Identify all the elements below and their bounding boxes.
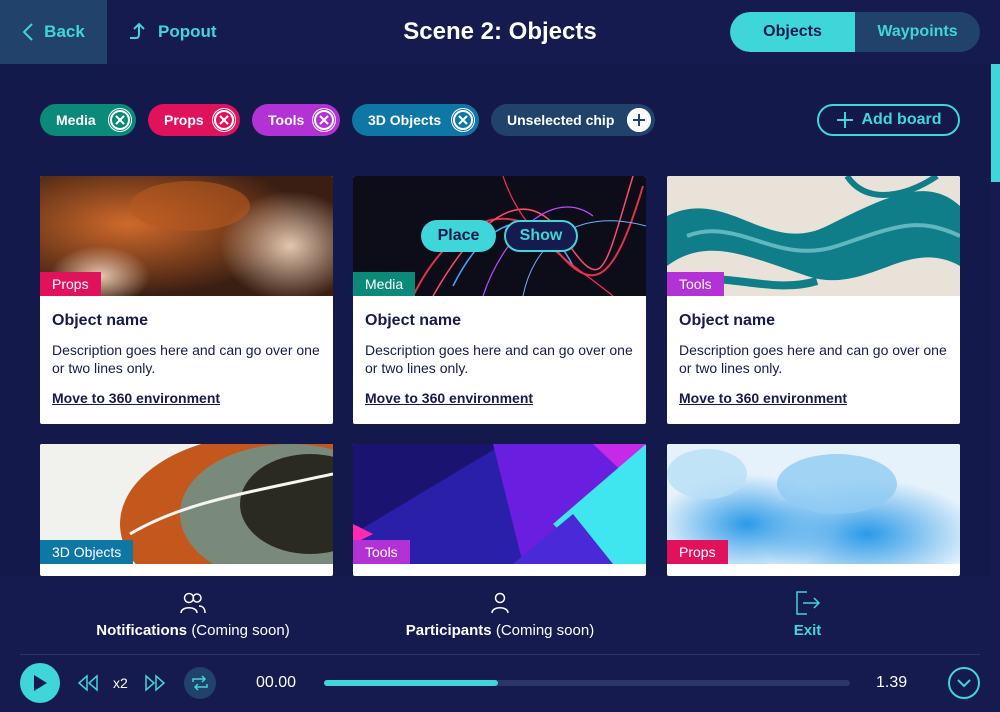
play-button[interactable]: [20, 663, 60, 703]
chevron-left-icon: [22, 23, 33, 41]
chip-label: 3D Objects: [368, 112, 442, 128]
popout-label: Popout: [158, 22, 217, 41]
card-description: Description goes here and can go over on…: [679, 342, 947, 376]
chip-label: Tools: [268, 112, 305, 128]
card-tag: Media: [353, 272, 416, 296]
back-label: Back: [44, 22, 85, 41]
back-button[interactable]: Back: [0, 0, 107, 64]
notifications-label: Notifications: [96, 622, 188, 639]
object-card[interactable]: Place Show Media Object name Description…: [353, 176, 646, 424]
notifications-note: (Coming soon): [191, 622, 290, 639]
place-button[interactable]: Place: [421, 220, 496, 252]
popout-icon: [130, 22, 145, 39]
plus-icon: [836, 112, 853, 128]
move-to-360-link[interactable]: Move to 360 environment: [679, 390, 847, 406]
popout-button[interactable]: Popout: [128, 0, 217, 64]
chip-media[interactable]: Media: [40, 104, 136, 136]
chip-label: Props: [164, 112, 204, 128]
card-title: Object name: [52, 312, 149, 329]
card-tag: Tools: [353, 540, 410, 564]
remove-chip-icon[interactable]: [108, 108, 132, 132]
move-to-360-link[interactable]: Move to 360 environment: [365, 390, 533, 406]
tab-waypoints[interactable]: Waypoints: [855, 12, 980, 52]
remove-chip-icon[interactable]: [212, 108, 236, 132]
loop-button[interactable]: [184, 667, 216, 699]
remove-chip-icon[interactable]: [451, 108, 475, 132]
object-card[interactable]: 3D Objects: [40, 444, 333, 576]
card-title: Object name: [365, 312, 462, 329]
object-card[interactable]: Props: [667, 444, 960, 576]
footer-divider: [20, 654, 980, 655]
total-time: 1.39: [876, 674, 908, 691]
page-title: Scene 2: Objects: [403, 18, 597, 45]
participants-label: Participants: [405, 622, 492, 639]
users-icon: [180, 592, 206, 614]
chip-props[interactable]: Props: [148, 104, 240, 136]
chevron-down-icon: [957, 679, 971, 688]
chip-unselected[interactable]: Unselected chip: [491, 104, 655, 136]
add-chip-icon[interactable]: [627, 108, 651, 132]
exit-icon: [795, 591, 820, 615]
chip-3d-objects[interactable]: 3D Objects: [352, 104, 479, 136]
repeat-icon: [192, 675, 208, 691]
object-card[interactable]: Props Object name Description goes here …: [40, 176, 333, 424]
fast-forward-icon[interactable]: [144, 674, 166, 692]
rewind-icon[interactable]: [77, 674, 99, 692]
play-icon: [34, 675, 47, 691]
card-tag: Props: [667, 540, 728, 564]
scrollbar-thumb[interactable]: [991, 64, 1000, 182]
exit-label: Exit: [793, 622, 822, 639]
move-to-360-link[interactable]: Move to 360 environment: [52, 390, 220, 406]
card-description: Description goes here and can go over on…: [365, 342, 633, 376]
chip-tools[interactable]: Tools: [252, 104, 340, 136]
participants-note: (Coming soon): [495, 622, 595, 639]
card-description: Description goes here and can go over on…: [52, 342, 320, 376]
card-title: Object name: [679, 312, 776, 329]
object-card[interactable]: Tools: [353, 444, 646, 576]
progress-fill: [324, 680, 498, 686]
chip-label: Unselected chip: [507, 112, 615, 128]
participants-item[interactable]: Participants (Coming soon): [394, 590, 606, 639]
notifications-item[interactable]: Notifications (Coming soon): [86, 590, 300, 639]
card-tag: 3D Objects: [40, 540, 134, 564]
tab-objects[interactable]: Objects: [730, 12, 855, 52]
show-button[interactable]: Show: [504, 220, 578, 252]
add-board-button[interactable]: Add board: [817, 104, 960, 136]
playback-speed[interactable]: x2: [113, 675, 128, 691]
remove-chip-icon[interactable]: [312, 108, 336, 132]
current-time: 00.00: [256, 674, 297, 691]
footer: Notifications (Coming soon) Participants…: [0, 576, 1000, 712]
progress-track[interactable]: [324, 680, 850, 686]
chip-label: Media: [56, 112, 96, 128]
add-board-label: Add board: [861, 111, 942, 128]
user-icon: [491, 592, 509, 614]
card-tag: Props: [40, 272, 101, 296]
header: Back Popout Scene 2: Objects Objects Way…: [0, 0, 1000, 64]
exit-button[interactable]: Exit: [780, 590, 835, 639]
object-card[interactable]: Tools Object name Description goes here …: [667, 176, 960, 424]
collapse-button[interactable]: [948, 667, 980, 699]
card-tag: Tools: [667, 272, 724, 296]
view-tabs: Objects Waypoints: [730, 12, 980, 52]
